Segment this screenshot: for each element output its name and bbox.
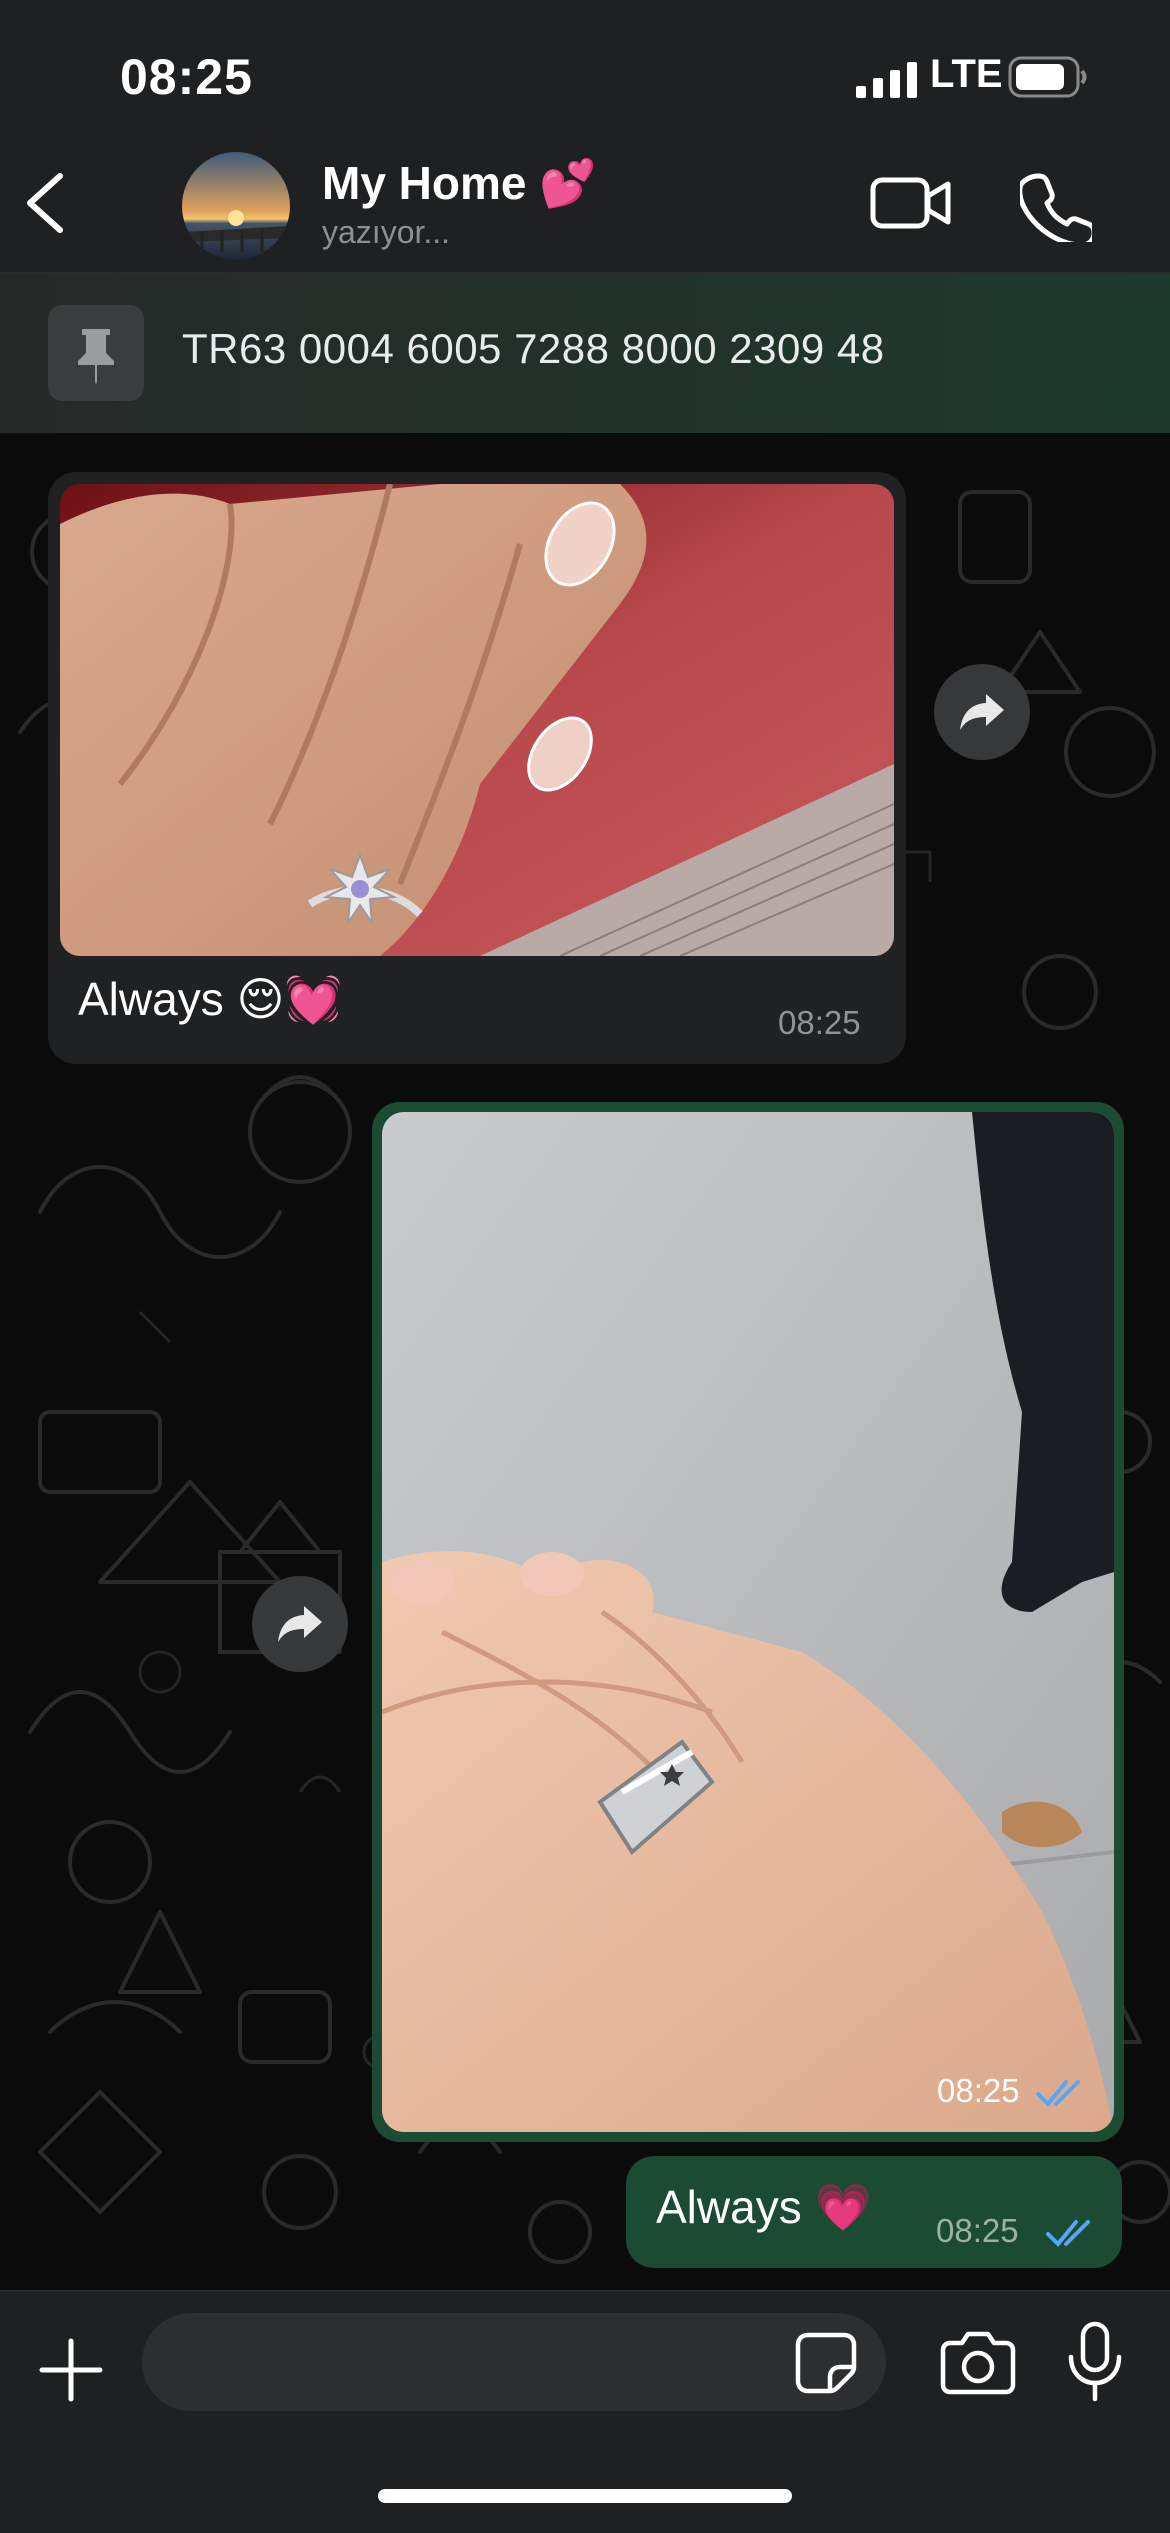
- outgoing-text-message[interactable]: Always 💗 08:25: [626, 2156, 1122, 2268]
- message-photo[interactable]: [60, 484, 894, 956]
- forward-arrow-icon: [960, 694, 1004, 730]
- pin-icon: [48, 305, 144, 401]
- outgoing-image-message[interactable]: 08:25: [372, 1102, 1124, 2142]
- forward-button[interactable]: [934, 664, 1030, 760]
- message-photo[interactable]: [382, 1112, 1114, 2132]
- network-type: LTE: [930, 52, 1003, 96]
- incoming-image-message[interactable]: Always 😌💓 08:25: [48, 472, 906, 1064]
- camera-icon[interactable]: [940, 2329, 1016, 2395]
- signal-icon: [856, 62, 917, 98]
- plus-icon[interactable]: [36, 2335, 106, 2405]
- contact-name[interactable]: My Home 💕: [322, 156, 597, 211]
- contact-status: yazıyor...: [322, 214, 451, 250]
- sticker-icon[interactable]: [794, 2331, 858, 2395]
- read-receipt-icon: [1036, 2080, 1080, 2107]
- phone-icon[interactable]: [1020, 170, 1092, 242]
- message-text: Always 💗: [656, 2181, 872, 2233]
- back-arrow-icon[interactable]: [22, 172, 68, 234]
- message-time: 08:25: [937, 2072, 1020, 2109]
- chat-header-bar: 08:25 LTE My Home 💕 yazıyor...: [0, 0, 1170, 273]
- battery-icon: [1008, 56, 1087, 98]
- message-time: 08:25: [778, 1004, 861, 1041]
- message-time: 08:25: [936, 2212, 1019, 2249]
- forward-arrow-icon: [278, 1606, 322, 1642]
- message-composer: [0, 2290, 1170, 2533]
- video-call-icon[interactable]: [870, 172, 952, 234]
- avatar[interactable]: [182, 152, 290, 260]
- home-indicator: [378, 2489, 792, 2503]
- microphone-icon[interactable]: [1066, 2321, 1124, 2403]
- pinned-message-banner[interactable]: TR63 0004 6005 7288 8000 2309 48: [0, 273, 1170, 433]
- pinned-message-text: TR63 0004 6005 7288 8000 2309 48: [182, 325, 885, 372]
- read-receipt-icon: [1046, 2220, 1090, 2247]
- message-caption: Always 😌💓: [78, 973, 342, 1025]
- forward-button[interactable]: [252, 1576, 348, 1672]
- message-input[interactable]: [142, 2313, 886, 2411]
- status-time: 08:25: [120, 49, 253, 105]
